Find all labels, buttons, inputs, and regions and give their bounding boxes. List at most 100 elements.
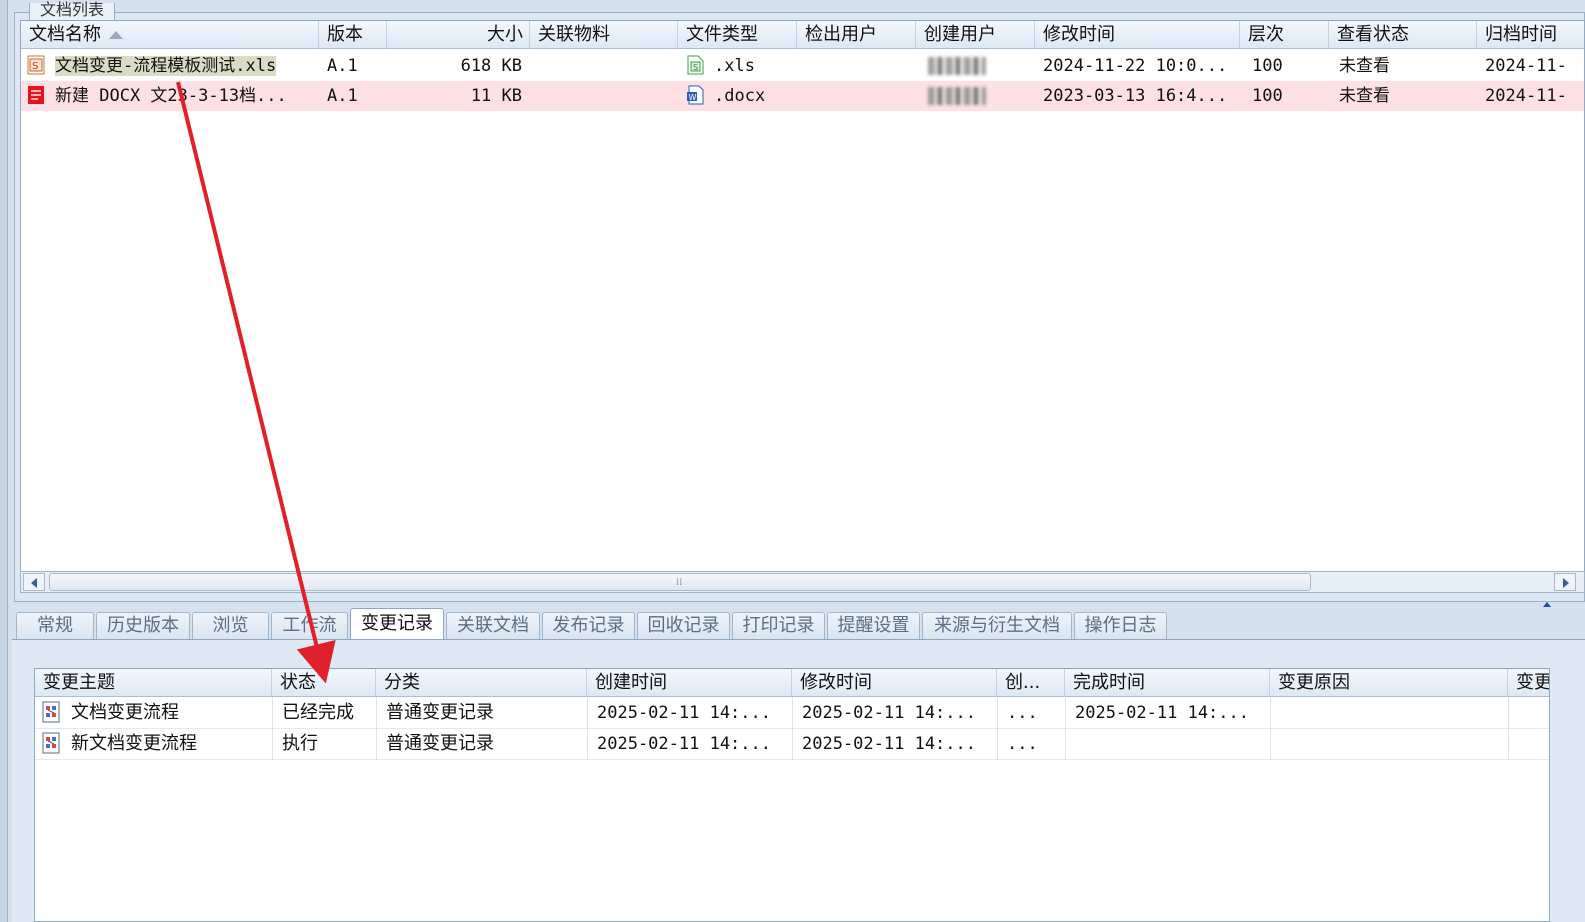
- creator-cell: [916, 81, 1035, 111]
- column-header-name[interactable]: 文档名称: [21, 21, 319, 49]
- more-cell: [1508, 698, 1549, 728]
- column-header-reason[interactable]: 变更原因: [1270, 669, 1508, 697]
- sort-ascending-icon: [109, 31, 123, 39]
- view-status-cell: 未查看: [1339, 56, 1390, 76]
- tab-print-records[interactable]: 打印记录: [732, 612, 825, 640]
- redacted-user: [928, 57, 986, 75]
- column-divider: [376, 697, 377, 760]
- scrollbar-thumb[interactable]: ⁞⁞: [49, 573, 1311, 591]
- column-header-subject[interactable]: 变更主题: [35, 669, 272, 697]
- spreadsheet-icon: S: [687, 55, 704, 75]
- modified-cell: 2025-02-11 14:...: [802, 703, 976, 723]
- column-divider: [792, 697, 793, 760]
- type-label: .docx: [714, 86, 766, 106]
- column-header-material[interactable]: 关联物料: [530, 21, 678, 49]
- column-header-view-status[interactable]: 查看状态: [1329, 21, 1477, 49]
- modified-cell: 2025-02-11 14:...: [802, 734, 976, 754]
- column-header-level[interactable]: 层次: [1240, 21, 1329, 49]
- column-header-modified[interactable]: 修改时间: [792, 669, 997, 697]
- subject-cell[interactable]: 新文档变更流程: [35, 729, 272, 759]
- reason-cell: [1270, 698, 1508, 728]
- column-divider: [1065, 697, 1066, 760]
- column-header-checkout[interactable]: 检出用户: [797, 21, 916, 49]
- column-divider: [587, 697, 588, 760]
- status-cell: 执行: [282, 733, 318, 754]
- checkout-cell: [797, 51, 916, 81]
- arrow-left-icon: [31, 578, 37, 588]
- tab-related-docs[interactable]: 关联文档: [446, 612, 540, 640]
- svg-text:S: S: [32, 61, 38, 72]
- tab-reminder-settings[interactable]: 提醒设置: [827, 612, 920, 640]
- category-cell: 普通变更记录: [386, 702, 494, 723]
- document-row[interactable]: 新建 DOCX 文23-3-13档... A.1 11 KB W .docx 20…: [21, 81, 1584, 111]
- column-divider: [1508, 697, 1509, 760]
- subject-cell[interactable]: 文档变更流程: [35, 698, 272, 728]
- level-cell: 100: [1252, 86, 1283, 106]
- type-cell: S .xls: [678, 51, 797, 81]
- subject-label: 新文档变更流程: [71, 733, 197, 754]
- completed-cell: [1065, 729, 1270, 759]
- status-cell: 已经完成: [282, 702, 354, 723]
- column-header-label: 文档名称: [29, 24, 101, 45]
- modified-cell: 2024-11-22 10:0...: [1043, 56, 1228, 76]
- splitter-collapse-icon[interactable]: [1543, 602, 1551, 607]
- tab-recycle-records[interactable]: 回收记录: [637, 612, 730, 640]
- redacted-user: [928, 87, 986, 105]
- more-cell: [1508, 729, 1549, 759]
- created-cell: 2025-02-11 14:...: [597, 734, 771, 754]
- document-grid: 文档名称 版本 大小 关联物料 文件类型 检出用户 创建用户 修改时间 层次 查…: [20, 20, 1585, 575]
- creator-cell: ...: [1007, 703, 1038, 723]
- column-header-modified[interactable]: 修改时间: [1035, 21, 1240, 49]
- change-grid-header: 变更主题 状态 分类 创建时间 修改时间 创... 完成时间 变更原因 变更: [35, 669, 1549, 697]
- level-cell: 100: [1252, 56, 1283, 76]
- document-name-cell[interactable]: 新建 DOCX 文23-3-13档...: [21, 81, 319, 111]
- excel-file-icon: S: [27, 55, 45, 75]
- document-grid-header: 文档名称 版本 大小 关联物料 文件类型 检出用户 创建用户 修改时间 层次 查…: [21, 21, 1584, 49]
- created-cell: 2025-02-11 14:...: [597, 703, 771, 723]
- grip-icon: ⁞⁞: [676, 577, 683, 588]
- tab-history[interactable]: 历史版本: [96, 612, 190, 640]
- completed-cell: 2025-02-11 14:...: [1075, 703, 1249, 723]
- column-header-type[interactable]: 文件类型: [678, 21, 797, 49]
- column-header-more[interactable]: 变更: [1508, 669, 1549, 697]
- type-cell: W .docx: [678, 81, 797, 111]
- tab-workflow[interactable]: 工作流: [271, 612, 348, 640]
- column-header-category[interactable]: 分类: [376, 669, 587, 697]
- material-cell: [530, 51, 678, 81]
- column-header-completed[interactable]: 完成时间: [1065, 669, 1270, 697]
- word-file-icon: W: [687, 85, 704, 105]
- column-header-archived[interactable]: 归档时间: [1477, 21, 1584, 49]
- tab-change-records[interactable]: 变更记录: [350, 608, 444, 640]
- tab-publish-records[interactable]: 发布记录: [542, 612, 635, 640]
- left-splitter[interactable]: [0, 0, 8, 922]
- tab-source-derived[interactable]: 来源与衍生文档: [922, 612, 1072, 640]
- svg-text:W: W: [689, 93, 697, 102]
- subject-label: 文档变更流程: [71, 702, 179, 723]
- change-record-grid: 变更主题 状态 分类 创建时间 修改时间 创... 完成时间 变更原因 变更 文…: [34, 668, 1550, 922]
- tab-general[interactable]: 常规: [16, 612, 94, 640]
- app-window: 文档列表 文档名称 版本 大小 关联物料 文件类型 检出用户 创建用户 修改时间…: [0, 0, 1585, 922]
- scroll-left-button[interactable]: [23, 573, 45, 591]
- creator-cell: ...: [1007, 734, 1038, 754]
- category-cell: 普通变更记录: [386, 733, 494, 754]
- tab-operation-log[interactable]: 操作日志: [1074, 612, 1167, 640]
- document-name-cell[interactable]: S 文档变更-流程模板测试.xls: [21, 51, 319, 81]
- column-header-creator[interactable]: 创建用户: [916, 21, 1035, 49]
- scroll-right-button[interactable]: [1554, 573, 1576, 591]
- column-header-size[interactable]: 大小: [387, 21, 530, 49]
- material-cell: [530, 81, 678, 111]
- size-cell: 11 KB: [470, 86, 522, 106]
- creator-cell: [916, 51, 1035, 81]
- reason-cell: [1270, 729, 1508, 759]
- workflow-document-icon: [42, 732, 60, 754]
- column-header-status[interactable]: 状态: [272, 669, 376, 697]
- column-header-version[interactable]: 版本: [319, 21, 387, 49]
- document-row[interactable]: S 文档变更-流程模板测试.xls A.1 618 KB S .xls 2024-1…: [21, 51, 1584, 81]
- column-header-created[interactable]: 创建时间: [587, 669, 792, 697]
- detail-tabs: 常规 历史版本 浏览 工作流 变更记录 关联文档 发布记录 回收记录 打印记录 …: [14, 608, 1585, 640]
- version-cell: A.1: [327, 86, 358, 106]
- horizontal-scrollbar[interactable]: ⁞⁞: [20, 571, 1585, 593]
- tab-preview[interactable]: 浏览: [192, 612, 269, 640]
- column-divider: [997, 697, 998, 760]
- column-header-creator[interactable]: 创...: [997, 669, 1065, 697]
